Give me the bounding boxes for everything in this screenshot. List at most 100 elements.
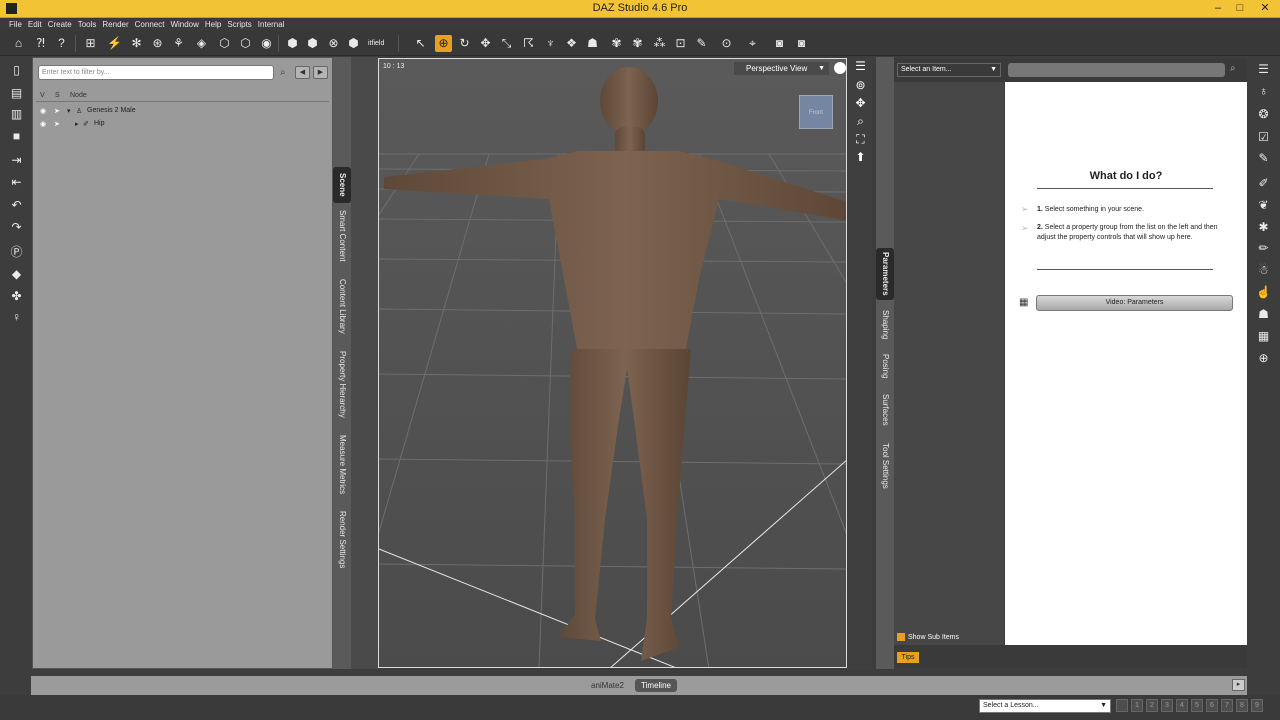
tab-parameters[interactable]: Parameters [876, 248, 894, 300]
pose-figure-icon[interactable]: ♀ [8, 309, 25, 326]
web-icon[interactable]: ⊕ [1255, 350, 1272, 367]
whats-this-icon[interactable]: ⁈ [32, 35, 49, 52]
pan-icon[interactable]: ✥ [852, 95, 869, 112]
view-cube[interactable]: Front [799, 95, 833, 129]
page-7-button[interactable]: 7 [1221, 699, 1233, 712]
spot-render-icon[interactable]: ✾ [629, 35, 646, 52]
tips-button[interactable]: Tips [897, 652, 919, 663]
lesson-select-dropdown[interactable]: Select a Lesson... ▼ [979, 699, 1111, 713]
shader-camera-icon[interactable]: ⊙ [718, 35, 735, 52]
pencil-icon[interactable]: ✏ [1255, 240, 1272, 257]
viewport-menu-icon[interactable]: ☰ [852, 58, 869, 75]
figure-setup-icon[interactable]: ⬢ [284, 35, 301, 52]
merge-icon[interactable]: ▥ [8, 106, 25, 123]
menu-edit[interactable]: Edit [25, 18, 45, 31]
open-icon[interactable]: ▤ [8, 85, 25, 102]
tab-animate2[interactable]: aniMate2 [591, 681, 624, 690]
page-9-button[interactable]: 9 [1251, 699, 1263, 712]
pointer-icon[interactable]: ➤ [54, 120, 60, 128]
polygon-group-icon[interactable]: ⬡ [237, 35, 254, 52]
export-icon[interactable]: ⇤ [8, 174, 25, 191]
undo-icon[interactable]: ↶ [8, 197, 25, 214]
pane-collapse-strip[interactable] [351, 57, 378, 669]
maximize-button[interactable]: □ [1229, 0, 1251, 16]
menu-create[interactable]: Create [45, 18, 75, 31]
tab-measure-metrics[interactable]: Measure Metrics [333, 432, 351, 498]
viewport[interactable]: 10 : 13 Perspective View ▼ Front [378, 58, 847, 668]
search-icon[interactable]: ⌕ [1230, 63, 1236, 74]
orbit-icon[interactable]: ⊚ [852, 77, 869, 94]
view-selector[interactable]: Perspective View ▼ [734, 62, 829, 75]
menu-connect[interactable]: Connect [132, 18, 168, 31]
pose-tool-icon[interactable]: ☗ [584, 35, 601, 52]
home-icon[interactable]: ⌂ [10, 35, 27, 52]
next-icon[interactable]: ▶ [313, 66, 328, 79]
tab-surfaces[interactable]: Surfaces [876, 390, 894, 430]
morph-icon[interactable]: ❦ [1255, 197, 1272, 214]
pose-icon[interactable]: ☃ [1255, 262, 1272, 279]
weight-brush-icon[interactable]: ⊛ [149, 35, 166, 52]
fit-to-icon[interactable]: ⊗ [325, 35, 342, 52]
surface-brush-icon[interactable]: ✎ [693, 35, 710, 52]
page-8-button[interactable]: 8 [1236, 699, 1248, 712]
menu-window[interactable]: Window [167, 18, 201, 31]
translate-icon[interactable]: ✥ [477, 35, 494, 52]
checklist-icon[interactable]: ☑ [1255, 129, 1272, 146]
panel-options-icon[interactable]: ▸ [1232, 679, 1245, 691]
menu-file[interactable]: File [6, 18, 25, 31]
column-select[interactable]: S [55, 92, 60, 99]
tab-render-settings[interactable]: Render Settings [333, 509, 351, 571]
tree-row-hip[interactable]: ◉ ➤ ▸ ✐ Hip [36, 118, 329, 130]
tab-content-library[interactable]: Content Library [333, 274, 351, 338]
render-camera-icon[interactable]: ◙ [793, 35, 810, 52]
send-to-icon[interactable]: ◆ [8, 266, 25, 283]
draw-style-icon[interactable] [834, 62, 846, 74]
figure-genesis-2-male[interactable] [384, 67, 847, 661]
camera-tool-icon[interactable]: ⊞ [82, 35, 99, 52]
page-2-button[interactable]: 2 [1146, 699, 1158, 712]
menu-render[interactable]: Render [99, 18, 131, 31]
import-icon[interactable]: ⇥ [8, 152, 25, 169]
tab-tool-settings[interactable]: Tool Settings [876, 439, 894, 493]
rotate-icon[interactable]: ↻ [456, 35, 473, 52]
surface-selection-icon[interactable]: ✾ [608, 35, 625, 52]
photoshop-bridge-icon[interactable]: Ⓟ [8, 244, 25, 261]
figure-tool-icon[interactable]: ✤ [8, 288, 25, 305]
page-6-button[interactable]: 6 [1206, 699, 1218, 712]
grid-icon[interactable]: ▦ [1255, 328, 1272, 345]
show-sub-items-checkbox[interactable]: Show Sub Items [897, 633, 959, 641]
region-nav-icon[interactable]: ♆ [542, 35, 559, 52]
brush-icon[interactable]: ✐ [1255, 175, 1272, 192]
save-icon[interactable]: ■ [8, 128, 25, 145]
line-tessellator-icon[interactable]: ⁂ [651, 35, 668, 52]
select-icon[interactable]: ↖ [412, 35, 429, 52]
param-search-input[interactable] [1008, 63, 1225, 77]
eye-icon[interactable]: ◉ [40, 107, 46, 115]
prev-icon[interactable]: ◀ [295, 66, 310, 79]
camera-icon[interactable]: ◙ [771, 35, 788, 52]
redo-icon[interactable]: ↷ [8, 219, 25, 236]
universal-tool-icon[interactable]: ⊕ [435, 35, 452, 52]
menu-tools[interactable]: Tools [75, 18, 100, 31]
page-1-button[interactable]: 1 [1131, 699, 1143, 712]
eye-icon[interactable]: ◉ [40, 120, 46, 128]
morph-loader-icon[interactable]: ◉ [258, 35, 275, 52]
reset-view-icon[interactable]: ⬆ [852, 149, 869, 166]
expander-icon[interactable]: ▾ [67, 107, 71, 115]
menu-help[interactable]: Help [202, 18, 224, 31]
joint-editor-icon[interactable]: ⚡ [106, 35, 123, 52]
tree-row-genesis-2-male[interactable]: ◉ ➤ ▾ ♙ Genesis 2 Male [36, 105, 329, 117]
node-weight-icon[interactable]: ✻ [128, 35, 145, 52]
scene-filter-input[interactable]: Enter text to filter by... [38, 65, 274, 80]
lights-icon[interactable]: ✱ [1255, 219, 1272, 236]
scale-icon[interactable]: ⤡ [498, 35, 515, 52]
tab-property-hierarchy[interactable]: Property Hierarchy [333, 347, 351, 421]
save-pose-icon[interactable]: ☗ [1255, 306, 1272, 323]
rigging-icon[interactable]: ⬢ [304, 35, 321, 52]
primitive-icon[interactable]: ⬡ [216, 35, 233, 52]
crop-icon[interactable]: ⊡ [672, 35, 689, 52]
panel-menu-icon[interactable]: ☰ [1255, 61, 1272, 78]
skin-icon[interactable]: ❂ [1255, 106, 1272, 123]
node-pivot-icon[interactable]: ⌖ [744, 35, 761, 52]
active-pose-icon[interactable]: ☈ [520, 35, 537, 52]
